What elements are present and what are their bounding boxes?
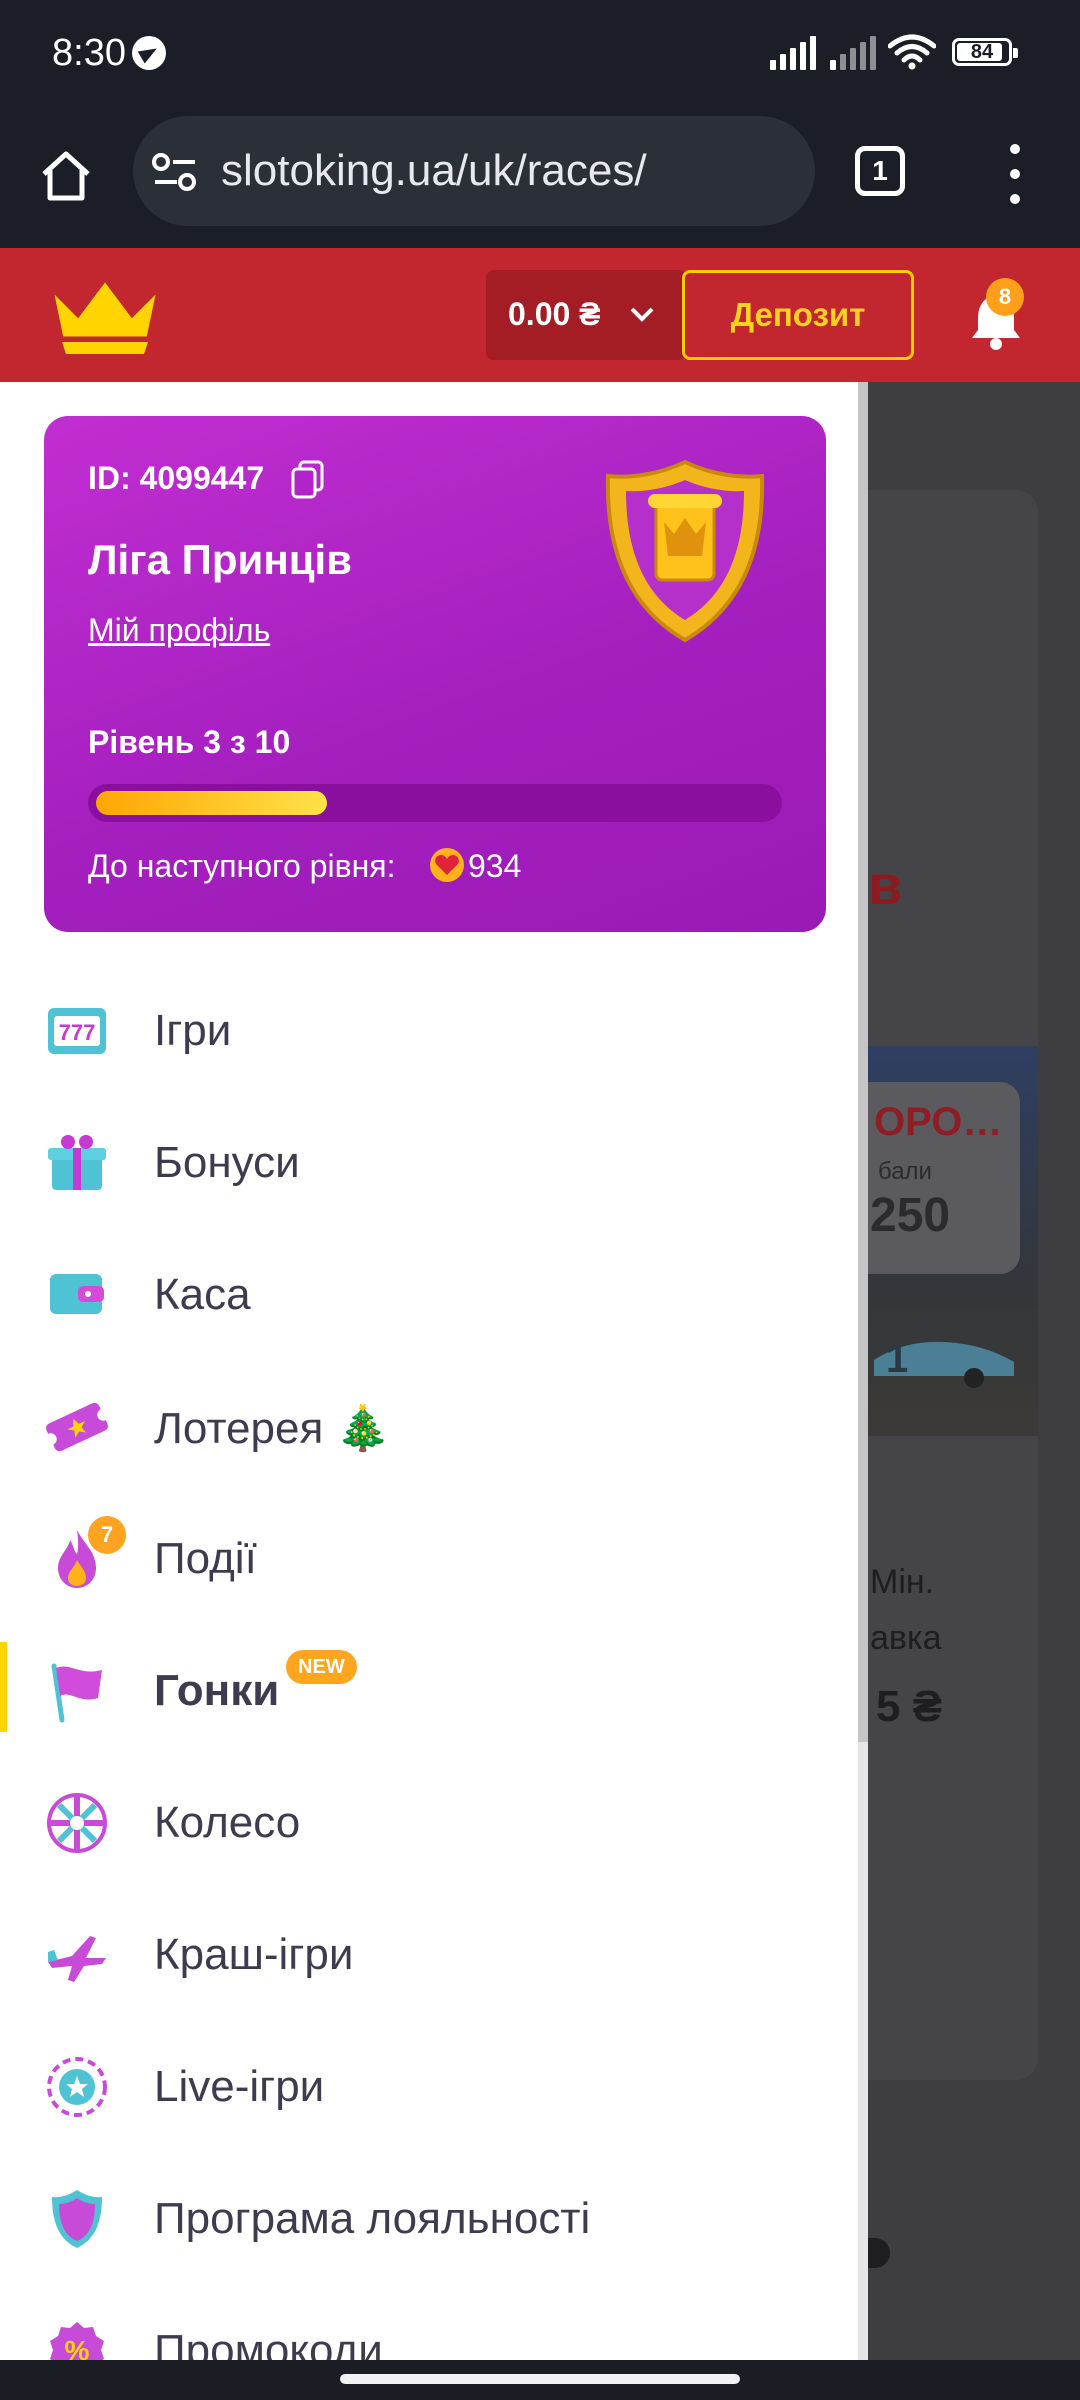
menu-item-events[interactable]: 7 Події [0, 1492, 858, 1624]
league-shield-icon [605, 459, 765, 643]
browser-menu-icon[interactable] [1002, 144, 1028, 204]
menu-item-crash-games[interactable]: Краш-ігри [0, 1888, 858, 2020]
next-level-label: До наступного рівня: [88, 848, 396, 884]
info-icon [868, 2238, 890, 2268]
next-level-points: 934 [468, 848, 522, 884]
tooltip-subtitle: бали [878, 1158, 932, 1185]
wallet-icon [50, 1274, 104, 1314]
page-behind-overlay[interactable]: в ОРО… бали 250 1 Мін. авка 5 ₴ [868, 382, 1080, 2360]
events-count-badge: 7 [88, 1516, 126, 1554]
slot-777-icon: 777 [48, 1008, 106, 1054]
browser-toolbar: slotoking.ua/uk/races/ 1 [0, 110, 1080, 248]
plane-icon [48, 1936, 106, 1982]
menu-item-label: Бонуси [154, 1138, 300, 1187]
deposit-button[interactable]: Депозит [682, 270, 914, 360]
menu-item-lottery[interactable]: Лотерея 🎄 [0, 1360, 858, 1492]
menu-item-wheel[interactable]: Колесо [0, 1756, 858, 1888]
menu-item-races[interactable]: Гонки NEW [0, 1624, 858, 1756]
telegram-icon [132, 36, 166, 70]
wheel-icon [47, 1793, 107, 1853]
balance-amount: 0.00 ₴ [508, 296, 601, 332]
status-bar: 8:30 84 [0, 0, 1080, 110]
new-badge: NEW [286, 1650, 357, 1684]
scrollbar-thumb[interactable] [858, 382, 868, 1742]
tooltip-title: ОРО… [874, 1100, 1003, 1144]
level-progress-bar [88, 784, 782, 822]
copy-icon[interactable] [290, 460, 326, 500]
svg-text:777: 777 [59, 1020, 96, 1045]
system-nav-bar [0, 2360, 1080, 2400]
signal-icon [770, 36, 818, 70]
crown-logo-icon[interactable] [44, 272, 166, 360]
min-bet-line1: Мін. [870, 1563, 935, 1601]
menu-item-cashier[interactable]: Каса [0, 1228, 858, 1360]
menu-item-label: Гонки [154, 1666, 280, 1715]
site-header: 0.00 ₴ Депозит 8 [0, 248, 1080, 382]
wifi-icon [888, 34, 936, 70]
gesture-handle[interactable] [340, 2374, 740, 2384]
race-score-tooltip: ОРО… бали 250 [868, 1082, 1020, 1274]
league-name: Ліга Принців [88, 536, 352, 583]
live-chip-icon [47, 2057, 107, 2117]
svg-text:%: % [65, 2335, 90, 2360]
menu-item-label: Промокоди [154, 2326, 383, 2360]
site-settings-icon[interactable] [151, 150, 199, 194]
menu-item-label: Краш-ігри [154, 1930, 354, 1979]
loyalty-shield-icon [52, 2190, 102, 2248]
menu-item-games[interactable]: 777 Ігри [0, 964, 858, 1096]
tab-switcher-button[interactable]: 1 [855, 146, 905, 196]
min-bet-label: Мін. авка [870, 1554, 942, 1666]
min-bet-line2: авка [870, 1619, 942, 1657]
my-profile-link[interactable]: Мій профіль [88, 612, 270, 649]
menu-item-label: Ігри [154, 1006, 232, 1055]
menu-item-label: Програма лояльності [154, 2194, 591, 2243]
tooltip-value: 250 [870, 1189, 951, 1242]
menu-item-label: Лотерея 🎄 [154, 1404, 391, 1453]
race-car-image: 1 [874, 1337, 1014, 1388]
notification-count-badge: 8 [986, 278, 1024, 316]
race-title-fragment: в [868, 853, 903, 916]
signal-icon-2 [830, 36, 878, 70]
user-id: ID: 4099447 [88, 460, 265, 496]
menu-item-bonuses[interactable]: Бонуси [0, 1096, 858, 1228]
flag-icon [51, 1663, 102, 1723]
notifications-button[interactable]: 8 [966, 278, 1026, 352]
level-text: Рівень 3 з 10 [88, 724, 291, 760]
menu-item-live-games[interactable]: Live-ігри [0, 2020, 858, 2152]
profile-card: ID: 4099447 Ліга Принців Мій профіль Рів… [44, 416, 826, 932]
gift-icon [48, 1135, 106, 1190]
menu-item-loyalty[interactable]: Програма лояльності [0, 2152, 858, 2284]
url-text: slotoking.ua/uk/races/ [221, 146, 647, 195]
menu-item-label: Каса [154, 1270, 251, 1319]
chevron-down-icon [630, 307, 654, 322]
battery-level: 84 [970, 41, 994, 63]
menu-item-label: Live-ігри [154, 2062, 325, 2111]
status-time: 8:30 [52, 32, 126, 74]
battery-icon: 84 [952, 38, 1018, 66]
main-menu: 777 Ігри Бонуси Каса Лотерея 🎄 7 Події Г… [0, 964, 858, 2360]
heart-coin-icon [430, 848, 464, 882]
home-icon[interactable] [34, 144, 98, 208]
address-bar[interactable]: slotoking.ua/uk/races/ [133, 116, 815, 226]
level-progress-fill [96, 791, 327, 815]
ticket-icon [44, 1402, 110, 1452]
min-bet-value: 5 ₴ [876, 1682, 943, 1731]
menu-item-label: Події [154, 1534, 257, 1583]
car-number: 1 [886, 1337, 908, 1381]
side-menu-drawer: ID: 4099447 Ліга Принців Мій профіль Рів… [0, 382, 868, 2360]
menu-item-label: Колесо [154, 1798, 301, 1847]
percent-icon: % [50, 2322, 104, 2360]
balance-dropdown[interactable]: 0.00 ₴ [486, 270, 686, 360]
menu-item-promo-codes[interactable]: % Промокоди [0, 2284, 858, 2360]
